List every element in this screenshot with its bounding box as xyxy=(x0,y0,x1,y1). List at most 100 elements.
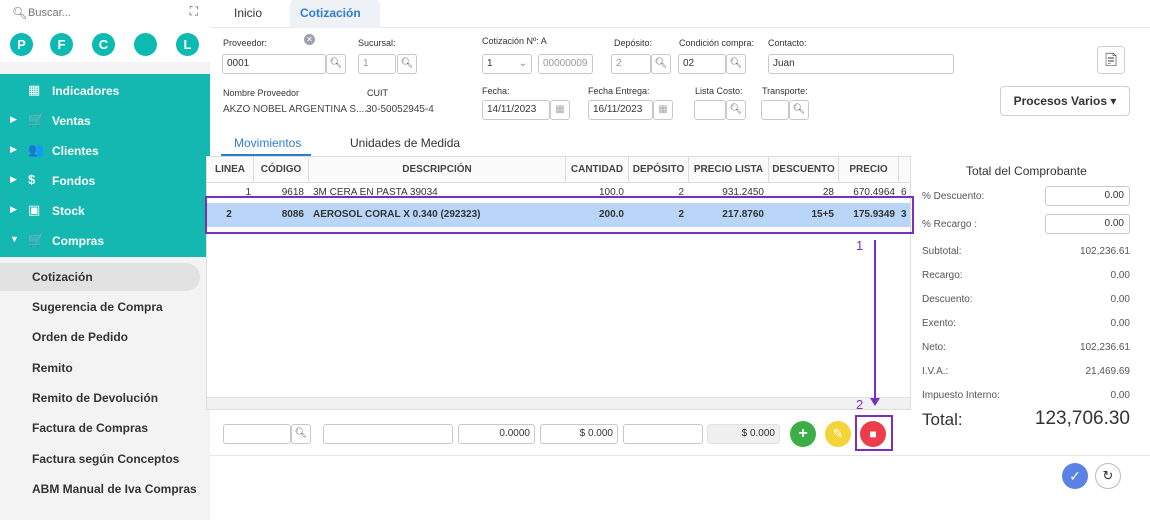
procesos-varios-button[interactable]: Procesos Varios ▾ xyxy=(1000,86,1130,116)
chevron-right-icon: ▶ xyxy=(10,114,17,124)
column-header-descripcion[interactable]: DESCRIPCIÓN xyxy=(309,157,566,183)
tab-cotizacion[interactable]: Cotización ✕ xyxy=(290,0,380,46)
chevron-right-icon: ▶ xyxy=(10,144,17,154)
column-header-precio-lista[interactable]: PRECIO LISTA xyxy=(689,157,769,183)
sidebar-item-remito-devolucion[interactable]: Remito de Devolución xyxy=(0,384,200,412)
entry-total-field: $ 0.000 xyxy=(707,424,780,444)
total-label: Total: xyxy=(922,410,963,429)
quick-access-blank[interactable] xyxy=(134,33,157,56)
tab-unidades-medida[interactable]: Unidades de Medida xyxy=(350,136,460,156)
sidebar-item-factura-conceptos[interactable]: Factura según Conceptos xyxy=(0,445,200,473)
entry-search-button[interactable]: 🔍︎ xyxy=(291,424,311,444)
sidebar-item-factura-compras[interactable]: Factura de Compras xyxy=(0,414,200,442)
column-header-codigo[interactable]: CÓDIGO xyxy=(254,157,309,183)
descuento-pct-field[interactable]: 0.00 xyxy=(1045,186,1130,206)
nav-item-compras[interactable]: ▼ 🛒 Compras xyxy=(0,226,210,256)
expand-icon[interactable]: ⛶ xyxy=(190,4,198,19)
recargo-pct-field[interactable]: 0.00 xyxy=(1045,214,1130,234)
proveedor-search-button[interactable]: 🔍︎ xyxy=(326,54,346,74)
nav-item-fondos[interactable]: ▶ $ Fondos xyxy=(0,166,210,196)
pencil-icon: ✎ xyxy=(832,426,844,441)
sidebar-item-remito[interactable]: Remito xyxy=(0,354,200,382)
impuesto-interno-value: 0.00 xyxy=(1110,390,1130,401)
search-icon: 🔍︎ xyxy=(12,6,28,20)
entry-precio-field[interactable]: $ 0.000 xyxy=(540,424,618,444)
cuit-label: CUIT xyxy=(367,88,388,98)
condicion-label: Condición compra: xyxy=(679,38,755,48)
lista-costo-search-button[interactable]: 🔍︎ xyxy=(726,100,746,120)
add-button[interactable]: + xyxy=(790,421,816,447)
column-header-precio[interactable]: PRECIO xyxy=(839,157,899,183)
quick-access-p[interactable]: P xyxy=(10,33,33,56)
chevron-right-icon: ▶ xyxy=(10,174,17,184)
column-header-linea[interactable]: LINEA xyxy=(207,157,254,183)
edit-button[interactable]: ✎ xyxy=(825,421,851,447)
movimientos-grid: LINEA CÓDIGO DESCRIPCIÓN CANTIDAD DEPÓSI… xyxy=(206,156,911,410)
horizontal-scrollbar[interactable] xyxy=(207,397,910,409)
column-header-deposito[interactable]: DEPÓSITO xyxy=(629,157,689,183)
users-icon: 👥 xyxy=(28,142,45,157)
sidebar-item-abm-iva[interactable]: ABM Manual de Iva Compras xyxy=(0,475,200,503)
condicion-search-button[interactable]: 🔍︎ xyxy=(726,54,746,74)
document-tabs: Inicio Cotización ✕ xyxy=(210,0,1150,46)
chevron-down-icon: ⌄ xyxy=(518,58,527,69)
annotation-step-2: 2 xyxy=(856,397,864,412)
sucursal-field[interactable]: 1 xyxy=(358,54,396,74)
calendar-icon[interactable]: ▦ xyxy=(653,100,673,120)
neto-value: 102,236.61 xyxy=(1079,342,1130,353)
document-button[interactable]: 📄︎ xyxy=(1097,46,1125,74)
contacto-field[interactable]: Juan xyxy=(768,54,954,74)
fecha-entrega-field[interactable]: 16/11/2023 xyxy=(588,100,653,120)
nombre-proveedor-label: Nombre Proveedor xyxy=(223,88,300,98)
recargo-pct-label: % Recargo : xyxy=(922,219,978,230)
entry-codigo-field[interactable] xyxy=(223,424,291,444)
refresh-button[interactable]: ↻ xyxy=(1095,463,1121,489)
sidebar-item-cotizacion[interactable]: Cotización xyxy=(0,263,200,291)
cart-icon: 🛒 xyxy=(28,232,45,247)
column-header-cantidad[interactable]: CANTIDAD xyxy=(566,157,629,183)
deposito-field[interactable]: 2 xyxy=(611,54,651,74)
column-header-overflow xyxy=(899,157,910,183)
entry-descripcion-field[interactable] xyxy=(323,424,453,444)
cotizacion-select[interactable]: 1 ⌄ xyxy=(482,54,532,74)
quick-access-l[interactable]: L xyxy=(176,33,199,56)
tab-movimientos[interactable]: Movimientos xyxy=(234,136,301,156)
entry-cantidad-field[interactable]: 0.0000 xyxy=(458,424,535,444)
fecha-field[interactable]: 14/11/2023 xyxy=(482,100,550,120)
tab-inicio[interactable]: Inicio xyxy=(224,0,272,28)
cart-icon: 🛒 xyxy=(28,112,45,127)
column-header-descuento[interactable]: DESCUENTO xyxy=(769,157,839,183)
box-icon: ▣ xyxy=(28,202,41,217)
transporte-search-button[interactable]: 🔍︎ xyxy=(789,100,809,120)
sidebar-search-input[interactable] xyxy=(28,4,168,22)
neto-label: Neto: xyxy=(922,342,946,353)
quick-access-c[interactable]: C xyxy=(92,33,115,56)
nav-item-stock[interactable]: ▶ ▣ Stock xyxy=(0,196,210,226)
proveedor-field[interactable]: 0001 xyxy=(222,54,326,74)
entry-descuento-field[interactable] xyxy=(623,424,703,444)
deposito-search-button[interactable]: 🔍︎ xyxy=(651,54,671,74)
condicion-field[interactable]: 02 xyxy=(678,54,726,74)
sidebar-item-sugerencia[interactable]: Sugerencia de Compra xyxy=(0,293,200,321)
close-icon[interactable]: ✕ xyxy=(304,34,315,46)
calendar-icon[interactable]: ▦ xyxy=(550,100,570,120)
nav-label: Ventas xyxy=(52,114,91,128)
nav-item-clientes[interactable]: ▶ 👥 Clientes xyxy=(0,136,210,166)
check-icon: ✓ xyxy=(1069,468,1081,484)
nav-item-ventas[interactable]: ▶ 🛒 Ventas xyxy=(0,106,210,136)
chevron-right-icon: ▶ xyxy=(10,204,17,214)
cotizacion-label: Cotización Nº: A xyxy=(482,36,547,46)
transporte-field[interactable] xyxy=(761,100,789,120)
confirm-button[interactable]: ✓ xyxy=(1062,463,1088,489)
nav-item-indicadores[interactable]: ▦ Indicadores xyxy=(0,76,210,106)
lista-costo-field[interactable] xyxy=(694,100,726,120)
sucursal-search-button[interactable]: 🔍︎ xyxy=(397,54,417,74)
subtotal-value: 102,236.61 xyxy=(1079,246,1130,257)
sidebar-item-orden-pedido[interactable]: Orden de Pedido xyxy=(0,323,200,351)
cotizacion-number-field: 00000009 xyxy=(538,54,593,74)
total-value: 123,706.30 xyxy=(1034,408,1130,429)
quick-access-f[interactable]: F xyxy=(50,33,73,56)
plus-icon: + xyxy=(798,425,808,442)
nav-label: Fondos xyxy=(52,174,96,188)
sidebar: 🔍︎ ⛶ P F C L ▦ Indicadores ▶ 🛒 Ventas ▶ xyxy=(0,0,210,520)
